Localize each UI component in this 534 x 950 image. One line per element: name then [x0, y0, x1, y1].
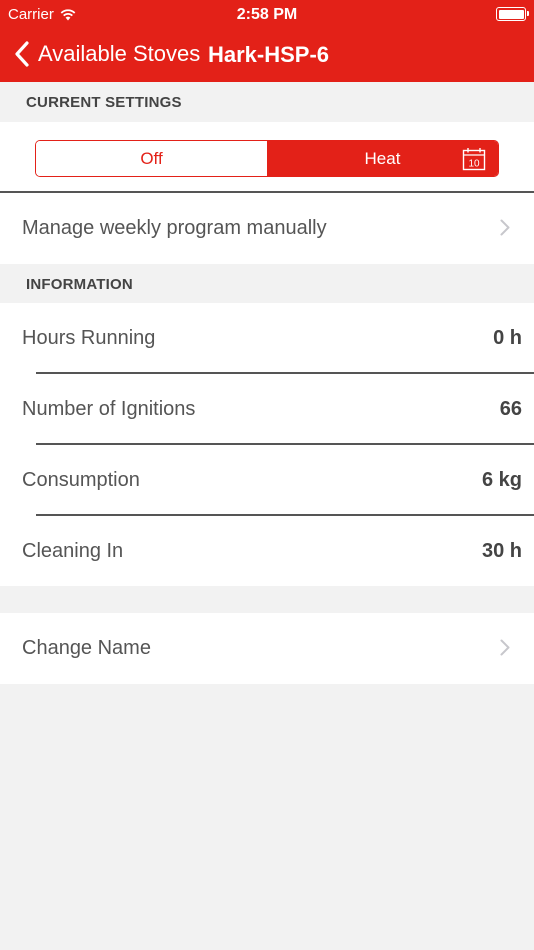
weekly-program-label: Manage weekly program manually	[22, 217, 327, 239]
info-label: Cleaning In	[22, 540, 124, 562]
chevron-right-icon	[500, 639, 510, 656]
mode-panel: Off Heat 10	[0, 122, 534, 192]
info-row-cleaning-in: Cleaning In 30 h	[0, 516, 534, 587]
info-label: Hours Running	[22, 327, 156, 349]
page-title: Hark-HSP-6	[208, 42, 330, 67]
status-bar: Carrier 2:58 PM	[0, 0, 534, 28]
info-value: 66	[499, 398, 522, 420]
app-header: Carrier 2:58 PM Available Stoves Hark-HS…	[0, 0, 534, 82]
mode-segmented-control: Off Heat 10	[35, 140, 499, 177]
battery-level	[498, 9, 524, 19]
information-panel: Hours Running 0 h Number of Ignitions 66…	[0, 303, 534, 586]
info-row-consumption: Consumption 6 kg	[0, 445, 534, 516]
battery-icon	[496, 7, 529, 21]
info-row-ignitions: Number of Ignitions 66	[0, 374, 534, 445]
weekly-program-row[interactable]: Manage weekly program manually	[0, 193, 534, 264]
info-label: Consumption	[22, 469, 140, 491]
info-value: 0 h	[493, 327, 522, 349]
navigation-bar: Available Stoves Hark-HSP-6	[0, 28, 534, 82]
info-label: Number of Ignitions	[22, 398, 196, 420]
chevron-left-icon	[15, 41, 29, 67]
information-header: INFORMATION	[26, 276, 133, 293]
change-name-row[interactable]: Change Name	[0, 613, 534, 684]
info-value: 6 kg	[481, 469, 522, 491]
back-button[interactable]: Available Stoves	[14, 38, 200, 70]
mode-off-segment[interactable]: Off	[36, 141, 267, 176]
back-button-label: Available Stoves	[38, 41, 201, 66]
mode-heat-segment[interactable]: Heat 10	[267, 141, 498, 176]
mode-heat-label: Heat	[364, 149, 401, 168]
status-time: 2:58 PM	[236, 6, 298, 23]
info-row-hours-running: Hours Running 0 h	[0, 303, 534, 374]
change-name-label: Change Name	[22, 637, 151, 659]
calendar-day: 10	[468, 159, 480, 170]
info-value: 30 h	[481, 540, 522, 562]
current-settings-header: CURRENT SETTINGS	[26, 94, 182, 111]
chevron-right-icon	[500, 219, 510, 236]
calendar-icon: 10	[462, 148, 486, 171]
